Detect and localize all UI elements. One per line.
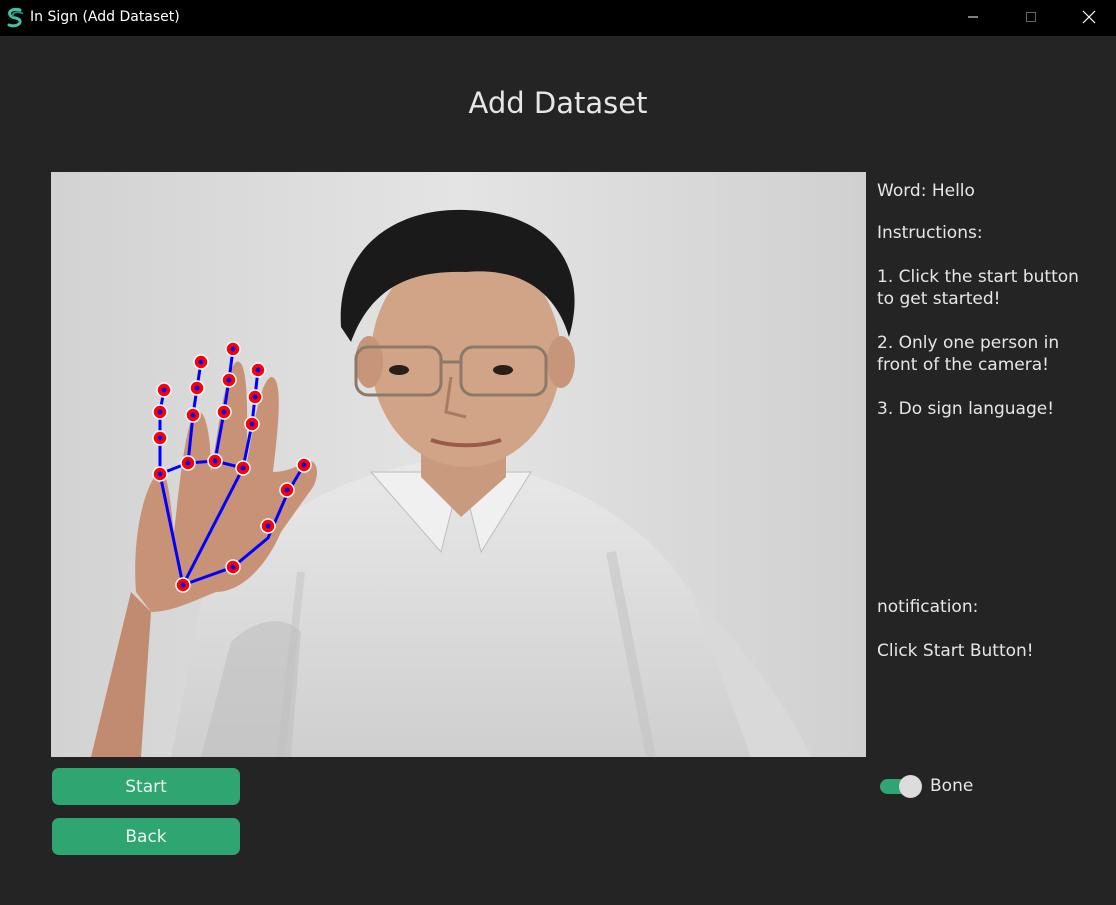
in-sign-logo-icon (7, 7, 23, 28)
minimize-button[interactable] (944, 0, 1002, 34)
notification-label: notification: (877, 597, 979, 617)
start-button[interactable]: Start (52, 768, 240, 805)
back-button[interactable]: Back (52, 818, 240, 855)
close-button[interactable] (1060, 0, 1116, 34)
app-window: In Sign (Add Dataset) Add Dataset Word: … (0, 0, 1116, 905)
instruction-step: 1. Click the start button to get started… (877, 267, 1079, 309)
window-title: In Sign (Add Dataset) (30, 9, 180, 25)
page-title: Add Dataset (468, 86, 648, 120)
camera-feed (51, 172, 866, 757)
bone-toggle-label[interactable]: Bone (930, 776, 973, 796)
maximize-button[interactable] (1002, 0, 1060, 34)
notification-text: Click Start Button! (877, 641, 1034, 661)
close-icon (1082, 10, 1096, 24)
word-label: Word: Hello (877, 181, 975, 201)
minimize-icon (968, 16, 978, 18)
bone-toggle-switch[interactable] (880, 775, 922, 798)
instruction-step: 2. Only one person in front of the camer… (877, 333, 1060, 375)
maximize-icon (1026, 12, 1036, 22)
toggle-knob (899, 775, 922, 798)
title-bar[interactable]: In Sign (Add Dataset) (0, 0, 1116, 36)
instruction-step: 3. Do sign language! (877, 399, 1055, 419)
instructions-heading: Instructions: (877, 223, 983, 243)
camera-frame-image (51, 172, 866, 757)
